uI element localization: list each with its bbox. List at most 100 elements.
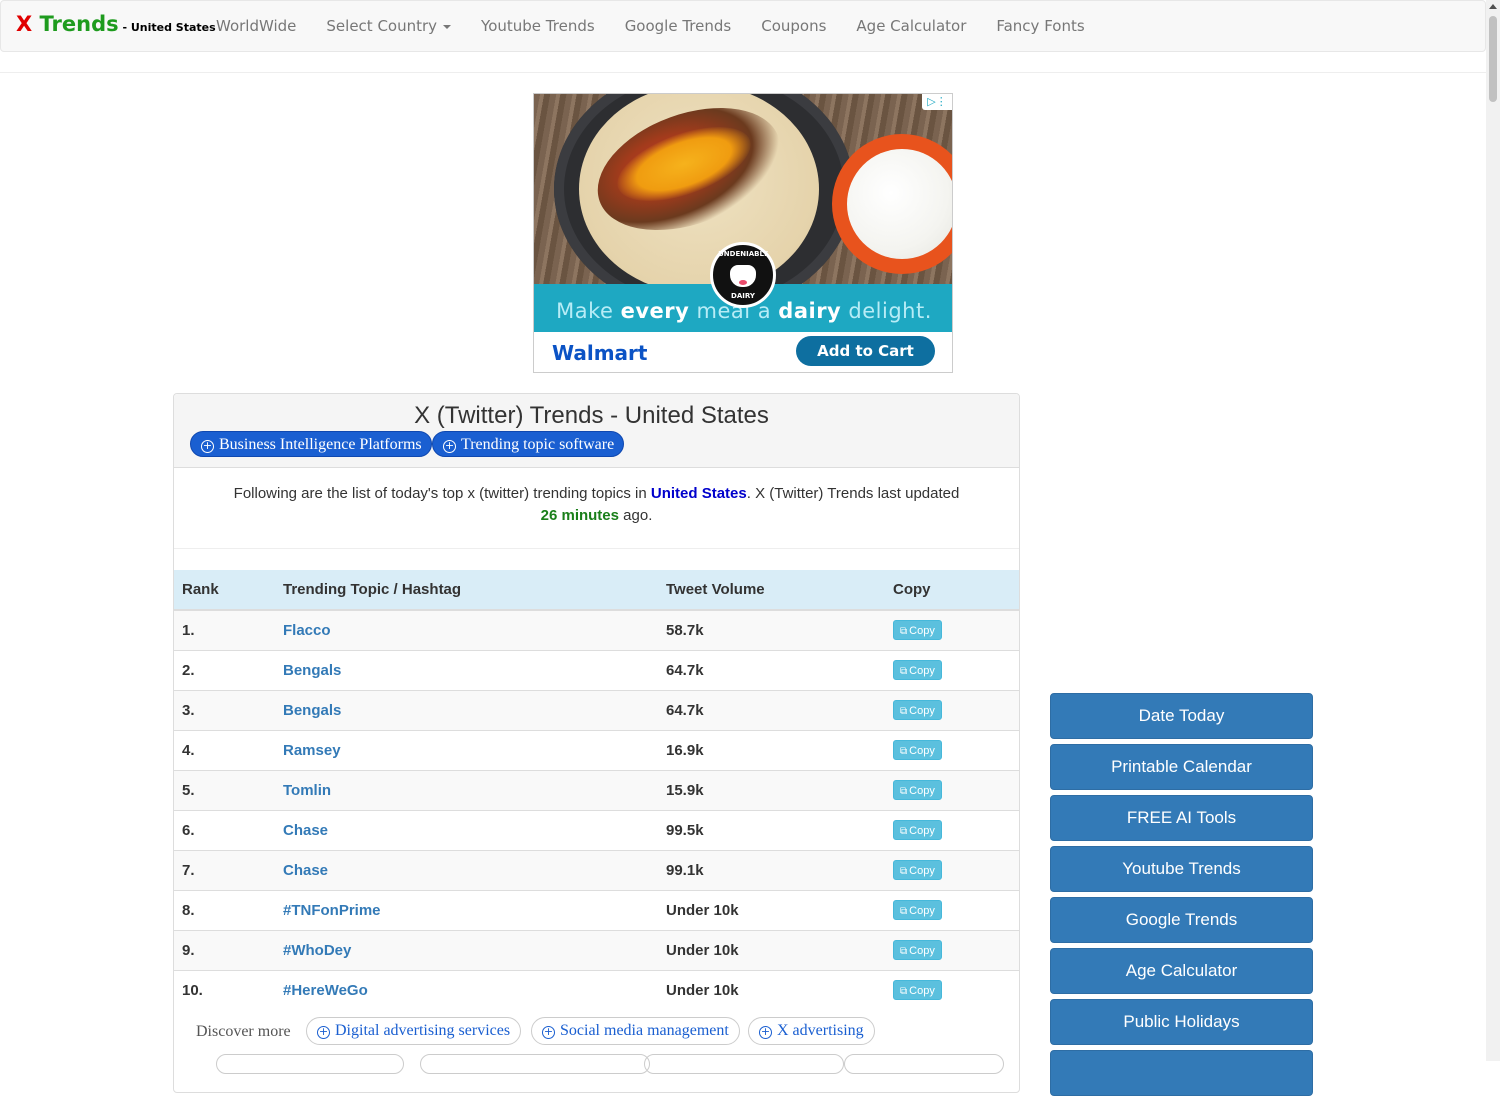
panel-heading: X (Twitter) Trends - United States + Busi… — [174, 394, 1019, 468]
ad-slogan-part: dairy — [778, 299, 842, 323]
ad-slogan-part: delight. — [841, 299, 932, 323]
rank-cell: 7. — [174, 849, 275, 890]
copy-icon: ⧉ — [900, 786, 908, 797]
topic-link[interactable]: Chase — [275, 809, 658, 850]
table-header-row: Rank Trending Topic / Hashtag Tweet Volu… — [174, 570, 1019, 611]
topic-link[interactable]: Chase — [275, 849, 658, 890]
discover-pill-partial[interactable] — [216, 1054, 404, 1074]
copy-label: Copy — [909, 985, 935, 998]
country-link[interactable]: United States — [651, 485, 747, 502]
divider — [0, 72, 1486, 73]
sidebar-date-today-button[interactable]: Date Today — [1050, 693, 1313, 739]
volume-cell: 64.7k — [658, 649, 885, 690]
scrollbar[interactable] — [1486, 0, 1500, 1061]
topic-link[interactable]: Bengals — [275, 649, 658, 690]
copy-button[interactable]: ⧉ Copy — [893, 740, 942, 760]
discover-pill-partial[interactable] — [644, 1054, 844, 1074]
sidebar-printable-calendar-button[interactable]: Printable Calendar — [1050, 744, 1313, 790]
page-title: X (Twitter) Trends - United States — [414, 402, 769, 429]
copy-button[interactable]: ⧉ Copy — [893, 780, 942, 800]
copy-button[interactable]: ⧉ Copy — [893, 860, 942, 880]
discover-pill-partial[interactable] — [844, 1054, 1004, 1074]
sidebar-youtube-trends-button[interactable]: Youtube Trends — [1050, 846, 1313, 892]
brand-x: X — [16, 12, 33, 36]
scroll-up-arrow-icon[interactable] — [1489, 4, 1497, 9]
copy-icon: ⧉ — [900, 666, 908, 677]
nav-age-calculator[interactable]: Age Calculator — [841, 1, 981, 51]
table-row: 2. Bengals 64.7k ⧉ Copy — [174, 649, 1019, 690]
topic-link[interactable]: #WhoDey — [275, 929, 658, 970]
copy-button[interactable]: ⧉ Copy — [893, 620, 942, 641]
table-row: 5. Tomlin 15.9k ⧉ Copy — [174, 769, 1019, 810]
volume-cell: 99.5k — [658, 809, 885, 850]
volume-cell: Under 10k — [658, 929, 885, 970]
discover-pill-partial[interactable] — [420, 1054, 650, 1074]
copy-button[interactable]: ⧉ Copy — [893, 820, 942, 840]
dairy-logo: UNDENIABLY DAIRY — [710, 242, 776, 308]
copy-button[interactable]: ⧉ Copy — [893, 980, 942, 1001]
copy-button[interactable]: ⧉ Copy — [893, 660, 942, 680]
pill-label: Social media management — [560, 1022, 729, 1039]
copy-button[interactable]: ⧉ Copy — [893, 700, 942, 720]
nav-google-trends[interactable]: Google Trends — [610, 1, 747, 51]
cow-icon — [730, 265, 756, 287]
dairy-logo-top-text: UNDENIABLY — [718, 250, 768, 258]
related-search-pill[interactable]: + Trending topic software — [432, 431, 625, 457]
volume-cell: 64.7k — [658, 689, 885, 730]
ad-slogan-part: every — [620, 299, 690, 323]
copy-icon: ⧉ — [900, 866, 908, 877]
sidebar-google-trends-button[interactable]: Google Trends — [1050, 897, 1313, 943]
copy-label: Copy — [909, 625, 935, 638]
sidebar-free-ai-tools-button[interactable]: FREE AI Tools — [1050, 795, 1313, 841]
pill-label: Digital advertising services — [335, 1022, 511, 1039]
discover-pill[interactable]: + Social media management — [531, 1017, 740, 1045]
copy-icon: ⧉ — [900, 986, 908, 998]
trends-table: Rank Trending Topic / Hashtag Tweet Volu… — [174, 570, 1019, 1010]
sidebar-age-calculator-button[interactable]: Age Calculator — [1050, 948, 1313, 994]
add-to-cart-button[interactable]: Add to Cart — [796, 336, 935, 366]
nav-youtube-trends[interactable]: Youtube Trends — [466, 1, 610, 51]
intro-text: Following are the list of today's top x … — [174, 483, 1019, 527]
pill-label: Business Intelligence Platforms — [219, 436, 422, 453]
copy-label: Copy — [909, 665, 935, 677]
brand-logo[interactable]: X Trends - United States — [16, 12, 216, 36]
nav-worldwide[interactable]: WorldWide — [201, 1, 311, 51]
copy-button[interactable]: ⧉ Copy — [893, 900, 942, 920]
table-row: 8. #TNFonPrime Under 10k ⧉ Copy — [174, 889, 1019, 930]
topic-link[interactable]: #TNFonPrime — [275, 889, 658, 930]
brand-trends: Trends — [32, 12, 119, 36]
rank-cell: 3. — [174, 689, 275, 730]
topic-link[interactable]: Ramsey — [275, 729, 658, 770]
intro-part: ago. — [619, 507, 653, 524]
copy-icon: ⧉ — [900, 906, 908, 917]
adchoices-icon[interactable]: ▷⋮ — [922, 94, 952, 110]
nav-links: WorldWide Select Country Youtube Trends … — [201, 1, 1100, 51]
discover-pill[interactable]: + X advertising — [748, 1017, 875, 1045]
scrollbar-thumb[interactable] — [1489, 16, 1497, 102]
advertisement[interactable]: Make every meal a dairy delight. UNDENIA… — [533, 93, 953, 373]
nav-select-country[interactable]: Select Country — [311, 1, 466, 51]
nav-fancy-fonts[interactable]: Fancy Fonts — [981, 1, 1099, 51]
topic-link[interactable]: Flacco — [275, 609, 658, 650]
header-topic: Trending Topic / Hashtag — [275, 570, 658, 611]
related-search-pill[interactable]: + Business Intelligence Platforms — [190, 431, 432, 457]
topic-link[interactable]: #HereWeGo — [275, 969, 658, 1010]
sidebar-button-partial[interactable] — [1050, 1050, 1313, 1096]
table-row: 3. Bengals 64.7k ⧉ Copy — [174, 689, 1019, 730]
rank-cell: 8. — [174, 889, 275, 930]
table-row: 4. Ramsey 16.9k ⧉ Copy — [174, 729, 1019, 770]
topic-link[interactable]: Bengals — [275, 689, 658, 730]
nav-coupons[interactable]: Coupons — [746, 1, 841, 51]
copy-cell: ⧉ Copy — [885, 929, 1019, 970]
discover-pill[interactable]: + Digital advertising services — [306, 1017, 522, 1045]
volume-cell: Under 10k — [658, 969, 885, 1010]
pill-label: X advertising — [777, 1022, 864, 1039]
sidebar-public-holidays-button[interactable]: Public Holidays — [1050, 999, 1313, 1045]
copy-cell: ⧉ Copy — [885, 649, 1019, 690]
plus-circle-icon: + — [201, 439, 214, 453]
copy-icon: ⧉ — [900, 826, 908, 837]
copy-button[interactable]: ⧉ Copy — [893, 940, 942, 960]
topic-link[interactable]: Tomlin — [275, 769, 658, 810]
rank-cell: 10. — [174, 969, 275, 1010]
volume-cell: 58.7k — [658, 609, 885, 650]
